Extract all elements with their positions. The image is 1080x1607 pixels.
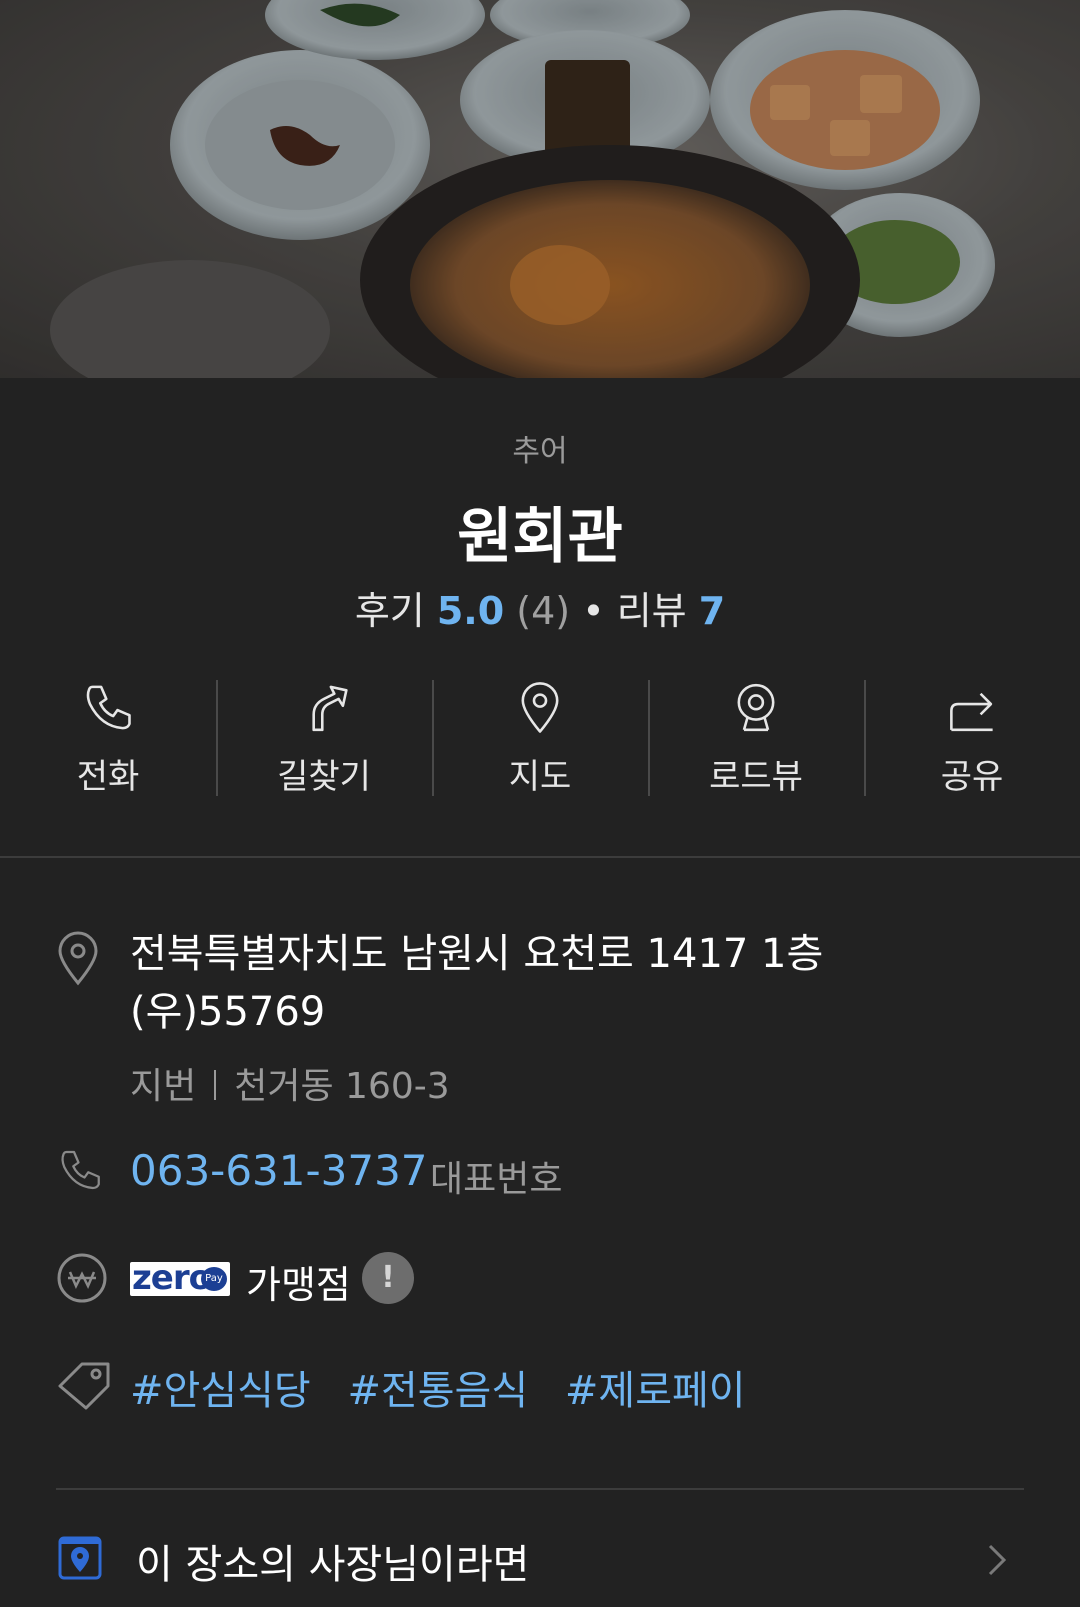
roadview-button[interactable]: 로드뷰 bbox=[648, 668, 864, 798]
roadview-camera-icon bbox=[737, 683, 775, 732]
tag-list: #안심식당 #전통음식 #제로페이 bbox=[130, 1358, 770, 1416]
jibun-separator bbox=[214, 1070, 217, 1100]
won-coin-icon bbox=[57, 1253, 107, 1303]
stats-separator: • bbox=[582, 589, 605, 633]
phone-icon bbox=[61, 1150, 100, 1190]
call-label: 전화 bbox=[76, 757, 140, 797]
map-label: 지도 bbox=[508, 757, 572, 797]
tag-item[interactable]: #제로페이 bbox=[565, 1368, 746, 1414]
jibun-value: 천거동 160-3 bbox=[234, 1066, 450, 1107]
road-address: 전북특별자치도 남원시 요천로 1417 1층 bbox=[130, 931, 824, 977]
directions-label: 길찾기 bbox=[277, 757, 371, 797]
blog-review-count: 7 bbox=[698, 589, 726, 633]
share-button[interactable]: 공유 bbox=[864, 668, 1080, 798]
tag-item[interactable]: #전통음식 bbox=[347, 1368, 528, 1414]
action-bar: 전화 길찾기 지도 로드뷰 공유 bbox=[0, 668, 1080, 798]
blog-review-label: 리뷰 bbox=[616, 589, 687, 633]
phone-number-link[interactable]: 063-631-3737 bbox=[130, 1146, 428, 1195]
roadview-label: 로드뷰 bbox=[709, 757, 803, 797]
place-title: 원회관 bbox=[457, 502, 623, 572]
store-pin-icon bbox=[58, 1536, 102, 1580]
zeropay-logo-pay: Pay bbox=[201, 1267, 227, 1291]
info-icon[interactable]: ! bbox=[362, 1252, 414, 1304]
owner-claim-label: 이 장소의 사장님이라면 bbox=[136, 1542, 530, 1588]
rating-score: 5.0 bbox=[436, 589, 505, 633]
phone-type-label: 대표번호 bbox=[430, 1159, 563, 1200]
share-label: 공유 bbox=[940, 757, 1004, 797]
postal-code: (우)55769 bbox=[130, 989, 326, 1035]
address-text: 전북특별자치도 남원시 요천로 1417 1층 (우)55769 bbox=[130, 925, 1030, 1041]
directions-icon bbox=[312, 685, 348, 732]
chevron-right-icon bbox=[988, 1544, 1007, 1576]
place-category: 추어 bbox=[512, 434, 568, 469]
call-button[interactable]: 전화 bbox=[0, 668, 216, 798]
map-pin-icon bbox=[521, 682, 559, 733]
place-photo[interactable] bbox=[0, 0, 1080, 378]
rating-summary[interactable]: 후기 5.0 (4) • 리뷰 7 bbox=[0, 580, 1080, 635]
tag-icon bbox=[58, 1362, 110, 1410]
location-pin-icon bbox=[58, 931, 98, 986]
section-divider bbox=[0, 856, 1080, 858]
food-photo-illustration bbox=[0, 0, 1080, 378]
review-label: 후기 bbox=[354, 589, 425, 633]
tag-item[interactable]: #안심식당 bbox=[130, 1368, 311, 1414]
zeropay-logo: zero Pay bbox=[130, 1258, 230, 1298]
zeropay-logo-text: zero bbox=[132, 1258, 212, 1298]
jibun-label: 지번 bbox=[130, 1066, 197, 1107]
phone-icon bbox=[86, 685, 131, 730]
owner-divider bbox=[56, 1488, 1024, 1490]
map-button[interactable]: 지도 bbox=[432, 668, 648, 798]
share-icon bbox=[950, 692, 993, 732]
jibun-address: 지번 천거동 160-3 bbox=[130, 1057, 450, 1109]
directions-button[interactable]: 길찾기 bbox=[216, 668, 432, 798]
rating-count: (4) bbox=[516, 589, 571, 633]
zeropay-label: 가맹점 bbox=[246, 1263, 351, 1307]
